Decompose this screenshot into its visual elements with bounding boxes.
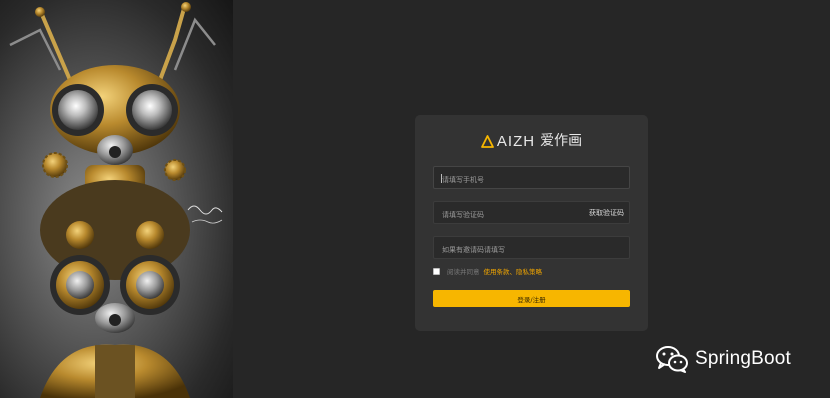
text-caret [441,174,442,183]
phone-field [433,166,630,191]
phone-input[interactable] [434,169,629,191]
get-code-button[interactable]: 获取验证码 [589,202,624,225]
terms-link[interactable]: 使用条款、隐私策略 [484,266,543,276]
agree-label: 阅读并同意 [447,268,480,276]
agree-checkbox[interactable] [433,267,440,275]
login-register-button[interactable]: 登录/注册 [433,290,630,307]
logo-text: AIZH [496,132,536,150]
steampunk-robot-artwork [0,0,233,398]
wechat-icon [656,346,688,373]
agreement-row: 阅读并同意 使用条款、隐私策略 [433,266,542,276]
logo-cn-text: 爱作画 [540,133,583,149]
logo-triangle-icon [481,134,494,148]
watermark-text: SpringBoot [695,348,792,369]
code-field: 获取验证码 [433,201,630,226]
invite-field [433,236,630,261]
watermark: SpringBoot [655,344,791,374]
brand-logo: AIZH 爱作画 [415,131,648,151]
invite-code-input[interactable] [434,239,629,261]
login-card: AIZH 爱作画 获取验证码 阅读并同意 使用条款、隐私策略 登录/注册 [415,115,648,331]
